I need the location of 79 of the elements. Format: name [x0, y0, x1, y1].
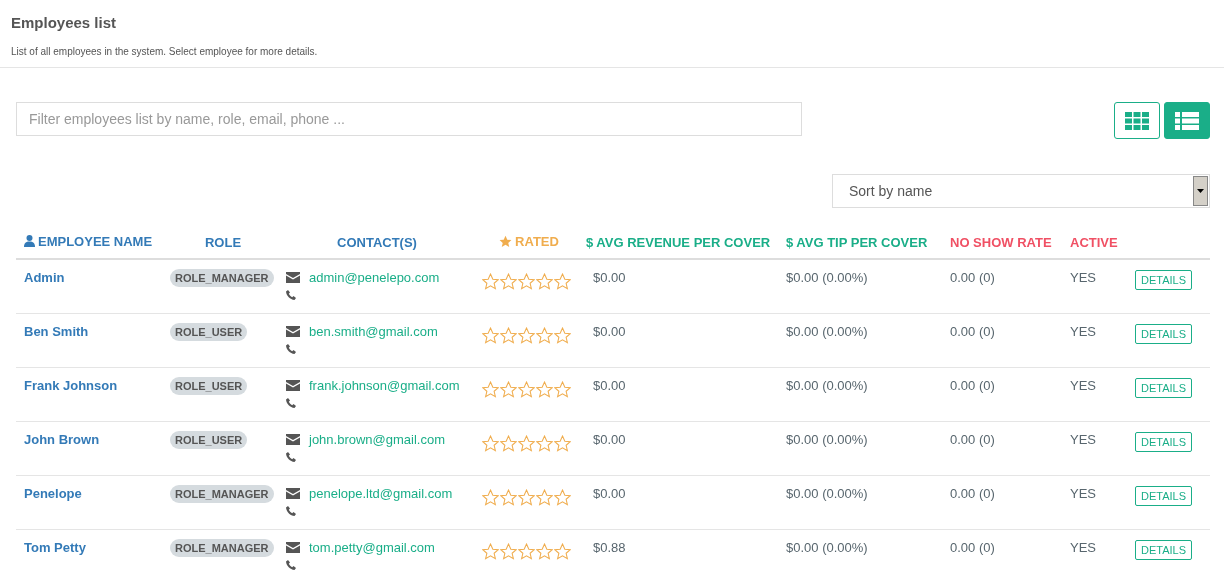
active-value: YES — [1070, 432, 1096, 447]
phone-icon — [286, 506, 296, 516]
email-link[interactable]: tom.petty@gmail.com — [309, 540, 435, 555]
column-header: $ AVG TIP PER COVER — [786, 234, 928, 250]
filter-field[interactable]: Filter employees list by name, role, email, phone ... — [16, 102, 802, 136]
envelope-icon — [286, 434, 300, 445]
phone-icon — [286, 398, 296, 408]
no-show-value: 0.00 (0) — [950, 324, 995, 339]
column-header: EMPLOYEE NAME — [24, 233, 153, 249]
role-badge: ROLE_MANAGER — [170, 485, 274, 503]
email-link[interactable]: john.brown@gmail.com — [309, 432, 446, 447]
details-button[interactable]: DETAILS — [1135, 540, 1193, 560]
envelope-icon — [286, 380, 300, 391]
page-subtitle: List of all employees in the system. Select employee for more details. — [11, 46, 319, 57]
person-icon — [24, 235, 35, 248]
employee-name[interactable]: Ben Smith — [24, 324, 89, 339]
no-show-value: 0.00 (0) — [950, 378, 995, 393]
column-header: ROLE — [204, 234, 242, 250]
tip-value: $0.00 (0.00%) — [786, 270, 868, 285]
tip-value: $0.00 (0.00%) — [786, 432, 868, 447]
active-value: YES — [1070, 378, 1096, 393]
column-header: RATED — [499, 233, 559, 249]
email-link[interactable]: ben.smith@gmail.com — [309, 324, 438, 339]
revenue-value: $0.00 — [593, 324, 626, 339]
envelope-icon — [286, 326, 300, 337]
employee-name[interactable]: Tom Petty — [24, 540, 86, 555]
envelope-icon — [286, 542, 300, 553]
role-badge: ROLE_USER — [170, 431, 248, 449]
column-header: CONTACT(S) — [337, 234, 417, 250]
list-view-button[interactable] — [1164, 102, 1210, 139]
envelope-icon — [286, 272, 300, 283]
phone-icon — [286, 560, 296, 570]
column-header: $ AVG REVENUE PER COVER — [586, 234, 771, 250]
sort-dropdown[interactable]: Sort by name — [832, 174, 1210, 208]
column-header: ACTIVE — [1070, 234, 1118, 250]
no-show-value: 0.00 (0) — [950, 432, 995, 447]
tip-value: $0.00 (0.00%) — [786, 324, 868, 339]
details-button[interactable]: DETAILS — [1135, 324, 1193, 344]
details-button[interactable]: DETAILS — [1135, 270, 1193, 290]
email-link[interactable]: frank.johnson@gmail.com — [309, 378, 460, 393]
employee-name[interactable]: Penelope — [24, 486, 82, 501]
grid-icon — [1125, 111, 1149, 130]
tip-value: $0.00 (0.00%) — [786, 486, 868, 501]
role-badge: ROLE_MANAGER — [170, 539, 274, 557]
email-link[interactable]: admin@penelepo.com — [309, 270, 440, 285]
revenue-value: $0.00 — [593, 432, 626, 447]
no-show-value: 0.00 (0) — [950, 486, 995, 501]
no-show-value: 0.00 (0) — [950, 540, 995, 555]
employee-name[interactable]: Admin — [24, 270, 65, 285]
details-button[interactable]: DETAILS — [1135, 486, 1193, 506]
revenue-value: $0.00 — [593, 378, 626, 393]
list-icon — [1175, 111, 1199, 130]
tip-value: $0.00 (0.00%) — [786, 378, 868, 393]
role-badge: ROLE_USER — [170, 323, 248, 341]
revenue-value: $0.88 — [593, 540, 626, 555]
phone-icon — [286, 290, 296, 300]
employee-name[interactable]: John Brown — [24, 432, 100, 447]
envelope-icon — [286, 488, 300, 499]
column-header: NO SHOW RATE — [950, 234, 1052, 250]
active-value: YES — [1070, 540, 1096, 555]
grid-view-button[interactable] — [1114, 102, 1160, 139]
role-badge: ROLE_USER — [170, 377, 248, 395]
revenue-value: $0.00 — [593, 486, 626, 501]
star-icon — [499, 234, 513, 248]
caret-icon — [1197, 189, 1204, 193]
employee-name[interactable]: Frank Johnson — [24, 378, 118, 393]
active-value: YES — [1070, 486, 1096, 501]
role-badge: ROLE_MANAGER — [170, 269, 274, 287]
details-button[interactable]: DETAILS — [1135, 432, 1193, 452]
tip-value: $0.00 (0.00%) — [786, 540, 868, 555]
revenue-value: $0.00 — [593, 270, 626, 285]
page-title: Employees list — [11, 14, 118, 31]
active-value: YES — [1070, 324, 1096, 339]
email-link[interactable]: penelope.ltd@gmail.com — [309, 486, 453, 501]
phone-icon — [286, 344, 296, 354]
active-value: YES — [1070, 270, 1096, 285]
details-button[interactable]: DETAILS — [1135, 378, 1193, 398]
phone-icon — [286, 452, 296, 462]
no-show-value: 0.00 (0) — [950, 270, 995, 285]
